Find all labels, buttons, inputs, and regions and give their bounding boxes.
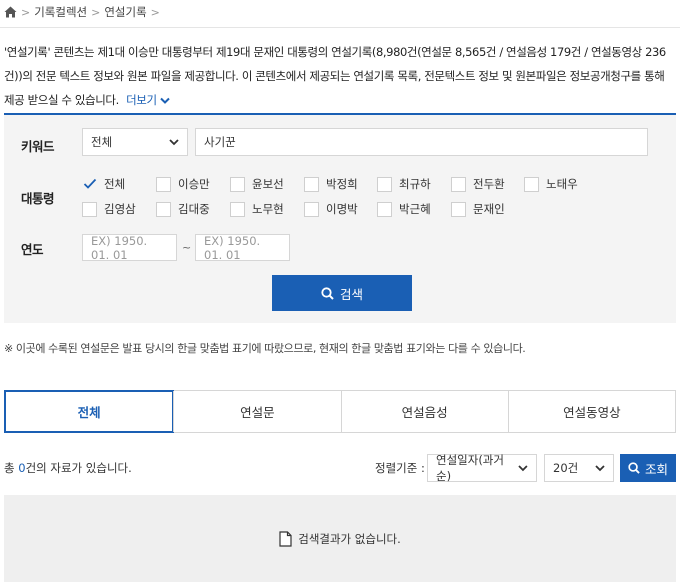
home-icon[interactable]: [4, 6, 17, 18]
tab-2[interactable]: 연설음성: [340, 391, 508, 432]
checkbox[interactable]: [230, 176, 245, 192]
empty-result-message: 검색결과가 없습니다.: [298, 531, 401, 546]
president-checkbox-label: 이승만: [178, 177, 210, 191]
divider: [0, 27, 680, 28]
document-icon: [279, 530, 292, 547]
keyword-input-value: 사기꾼: [204, 135, 236, 149]
chevron-down-icon: [160, 97, 170, 104]
tab-0[interactable]: 전체: [4, 390, 175, 433]
president-checkbox-label: 전두환: [473, 177, 505, 191]
president-checkbox[interactable]: 전체: [82, 176, 125, 192]
intro-description: '연설기록' 콘텐츠는 제1대 이승만 대통령부터 제19대 문재인 대통령의 …: [4, 40, 676, 112]
president-checkbox-label: 박근혜: [399, 202, 431, 216]
inquire-button-label: 조회: [644, 461, 668, 477]
tab-1[interactable]: 연설문: [173, 391, 340, 432]
result-count-prefix: 총: [4, 461, 19, 475]
president-checkbox-label: 이명박: [326, 202, 358, 216]
chevron-down-icon: [169, 138, 179, 145]
keyword-scope-select[interactable]: 전체: [82, 128, 188, 156]
president-checkbox[interactable]: 김영삼: [82, 201, 136, 217]
president-checkbox-label: 노태우: [546, 177, 578, 191]
president-checkbox-label: 최규하: [399, 177, 431, 191]
president-checkbox[interactable]: 윤보선: [230, 176, 284, 192]
year-from-placeholder: EX) 1950. 01. 01: [91, 233, 148, 262]
intro-text: '연설기록' 콘텐츠는 제1대 이승만 대통령부터 제19대 문재인 대통령의 …: [4, 45, 666, 107]
sort-select-value: 연설일자(과거순): [436, 453, 504, 483]
president-checkbox[interactable]: 김대중: [156, 201, 210, 217]
checkbox[interactable]: [377, 176, 392, 192]
sort-select[interactable]: 연설일자(과거순): [427, 453, 537, 483]
president-checkbox[interactable]: 박정희: [304, 176, 358, 192]
search-icon: [321, 286, 334, 300]
search-button-label: 검색: [339, 286, 363, 302]
search-button[interactable]: 검색: [272, 275, 412, 311]
president-checkbox[interactable]: 이명박: [304, 201, 358, 217]
chevron-down-icon: [595, 464, 605, 471]
president-checkbox[interactable]: 박근혜: [377, 201, 431, 217]
checkbox[interactable]: [451, 176, 466, 192]
result-count-suffix: 건의 자료가 있습니다.: [25, 461, 132, 475]
year-to-input[interactable]: EX) 1950. 01. 01: [195, 233, 290, 262]
year-to-placeholder: EX) 1950. 01. 01: [204, 233, 261, 262]
tab-3[interactable]: 연설동영상: [507, 391, 675, 432]
breadcrumb-item-speech[interactable]: 연설기록: [104, 4, 146, 20]
search-icon: [628, 462, 640, 474]
checkbox[interactable]: [377, 201, 392, 217]
president-checkbox-label: 전체: [104, 177, 126, 191]
checkbox[interactable]: [82, 201, 97, 217]
president-checkbox-label: 윤보선: [252, 177, 284, 191]
empty-result-panel: 검색결과가 없습니다.: [4, 495, 676, 582]
checkmark-icon[interactable]: [82, 177, 97, 192]
breadcrumb-separator-icon: >: [21, 5, 31, 19]
checkbox[interactable]: [156, 201, 171, 217]
checkbox[interactable]: [524, 176, 539, 192]
checkbox[interactable]: [304, 176, 319, 192]
search-panel: 키워드 전체 사기꾼 대통령 전체 이승만 윤보선 박정희 최규하 전두환 노태우 김영삼 김대…: [4, 113, 676, 323]
page-size-select[interactable]: 20건: [544, 454, 614, 482]
chevron-down-icon: [518, 464, 528, 471]
breadcrumb-separator-icon: >: [150, 5, 160, 19]
president-checkbox-label: 김영삼: [104, 202, 136, 216]
more-label: 더보기: [126, 93, 157, 107]
breadcrumb-item-collection[interactable]: 기록컬렉션: [34, 4, 87, 20]
notice-text: ※ 이곳에 수록된 연설문은 발표 당시의 한글 맞춤법 표기에 따랐으므로, …: [4, 342, 526, 355]
president-checkbox[interactable]: 전두환: [451, 176, 505, 192]
result-tabs: 전체 연설문 연설음성 연설동영상: [4, 390, 676, 433]
year-label: 연도: [21, 242, 44, 257]
inquire-button[interactable]: 조회: [620, 454, 676, 482]
president-label: 대통령: [21, 191, 55, 206]
checkbox[interactable]: [156, 176, 171, 192]
result-count-number: 0: [18, 461, 26, 475]
year-from-input[interactable]: EX) 1950. 01. 01: [82, 233, 177, 262]
president-checkbox-label: 문재인: [473, 202, 505, 216]
sort-label: 정렬기준 :: [375, 461, 425, 475]
more-link[interactable]: 더보기: [126, 93, 170, 107]
breadcrumb: > 기록컬렉션 > 연설기록 >: [4, 3, 160, 21]
president-checkbox[interactable]: 문재인: [451, 201, 505, 217]
range-separator: ~: [182, 241, 192, 254]
checkbox[interactable]: [230, 201, 245, 217]
checkbox[interactable]: [304, 201, 319, 217]
keyword-label: 키워드: [21, 139, 55, 154]
result-count: 총 0건의 자료가 있습니다.: [4, 460, 132, 476]
president-checkbox[interactable]: 최규하: [377, 176, 431, 192]
president-checkbox-label: 노무현: [252, 202, 284, 216]
president-checkbox[interactable]: 이승만: [156, 176, 210, 192]
page-size-value: 20건: [553, 461, 579, 475]
keyword-scope-value: 전체: [91, 135, 113, 149]
keyword-input[interactable]: 사기꾼: [195, 128, 648, 156]
president-checkbox-label: 박정희: [326, 177, 358, 191]
president-checkbox[interactable]: 노태우: [524, 176, 578, 192]
breadcrumb-separator-icon: >: [91, 5, 101, 19]
president-checkbox[interactable]: 노무현: [230, 201, 284, 217]
president-checkbox-label: 김대중: [178, 202, 210, 216]
checkbox[interactable]: [451, 201, 466, 217]
